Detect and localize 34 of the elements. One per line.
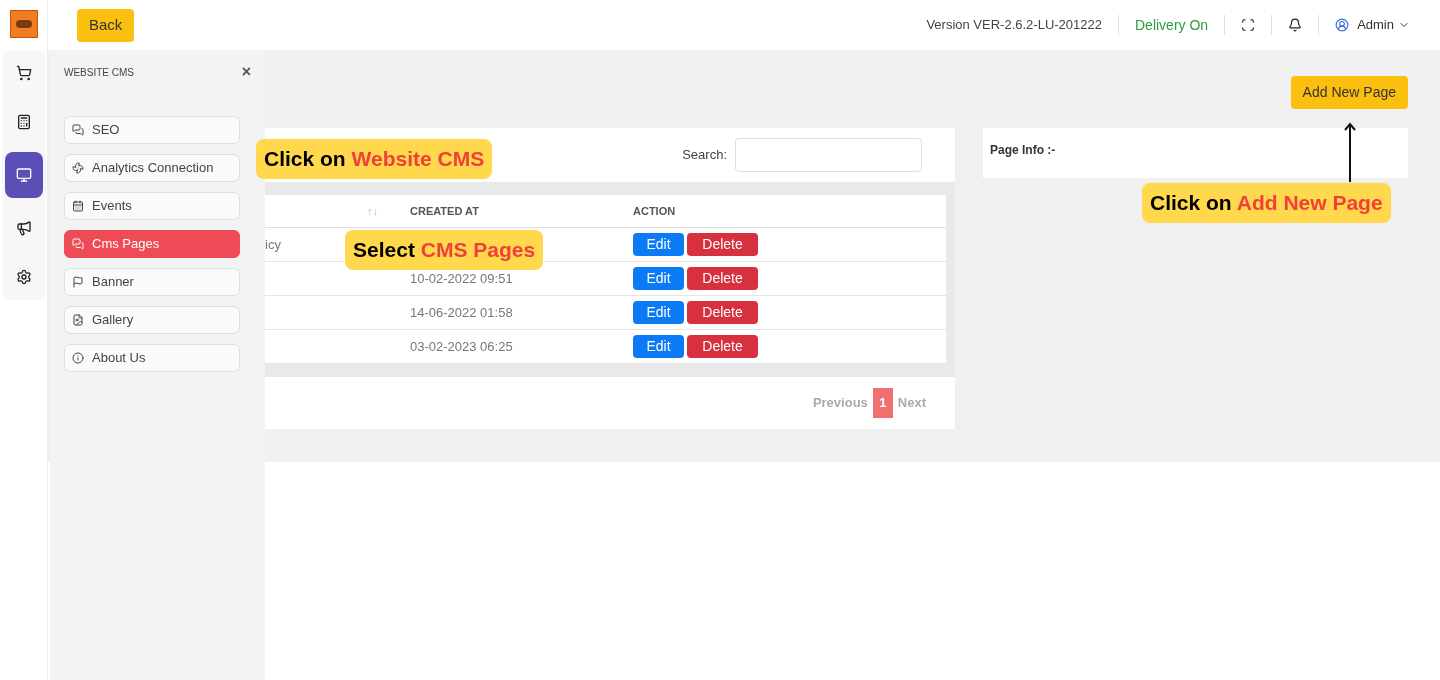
drawer-item[interactable]: SEO	[64, 116, 240, 144]
drawer-item[interactable]: Cms Pages	[64, 230, 240, 258]
delete-button[interactable]: Delete	[687, 267, 758, 290]
delivery-status[interactable]: Delivery On	[1135, 14, 1209, 36]
table-cell: 14-06-2022 01:58	[410, 304, 513, 320]
version-text: Version VER-2.6.2-LU-201222	[926, 16, 1102, 35]
back-button[interactable]: Back	[77, 8, 135, 42]
search-label: Search:	[682, 146, 727, 165]
callout: Select CMS Pages	[345, 230, 544, 270]
column-header[interactable]: CREATED AT	[390, 202, 633, 220]
close-button[interactable]: ×	[241, 64, 251, 80]
edit-button[interactable]: Edit	[633, 301, 684, 324]
drawer-item[interactable]: Gallery	[64, 306, 240, 334]
edit-button[interactable]: Edit	[633, 335, 684, 358]
drawer-item[interactable]: Banner	[64, 268, 240, 296]
delete-button[interactable]: Delete	[687, 335, 758, 358]
page-info-label: Page Info :-	[990, 143, 1056, 157]
drawer-item[interactable]: Events	[64, 192, 240, 220]
table-cell: icy	[265, 236, 281, 252]
drawer-item[interactable]: About Us	[64, 344, 240, 372]
delete-button[interactable]: Delete	[687, 301, 758, 324]
add-new-page-button[interactable]: Add New Page	[1290, 76, 1408, 109]
edit-button[interactable]: Edit	[633, 267, 684, 290]
page-button[interactable]: 1	[872, 388, 893, 418]
delete-button[interactable]: Delete	[687, 233, 758, 256]
callout: Click on Add New Page	[1142, 183, 1391, 223]
drawer-title: WEBSITE CMS	[64, 65, 134, 80]
callout: Click on Website CMS	[256, 139, 493, 179]
drawer-item[interactable]: Analytics Connection	[64, 154, 240, 182]
edit-button[interactable]: Edit	[633, 233, 684, 256]
table-cell: 03-02-2023 06:25	[410, 338, 513, 354]
table-cell: 10-02-2022 09:51	[410, 270, 513, 286]
column-header: ACTION	[633, 203, 676, 219]
user-menu[interactable]: Admin	[1357, 15, 1410, 35]
